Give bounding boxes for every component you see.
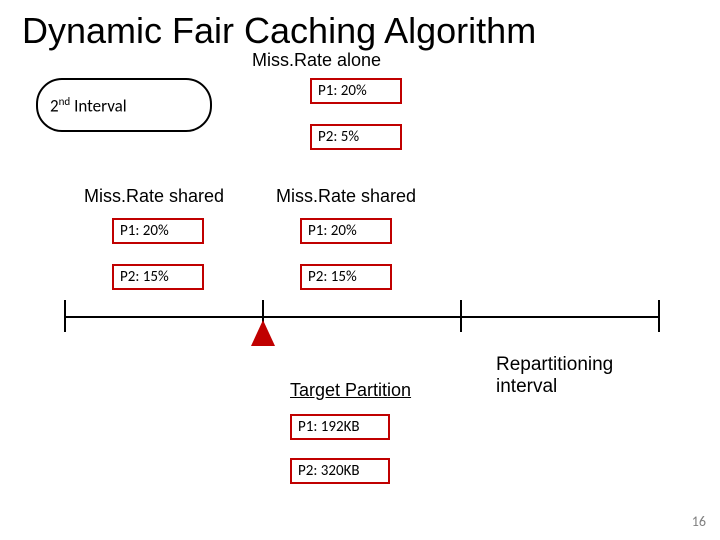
shared-right-p2-box: P2: 15% xyxy=(300,264,392,290)
shared-left-p1-box: P1: 20% xyxy=(112,218,204,244)
repartitioning-label: Repartitioning interval xyxy=(496,354,613,398)
shared-right-p1-box: P1: 20% xyxy=(300,218,392,244)
slide-title: Dynamic Fair Caching Algorithm xyxy=(22,10,536,52)
timeline-tick-1 xyxy=(64,300,66,332)
interval-text: 2nd Interval xyxy=(50,94,127,117)
shared-right-label: Miss.Rate shared xyxy=(276,186,416,207)
target-p2-box: P2: 320KB xyxy=(290,458,390,484)
page-number: 16 xyxy=(692,513,706,530)
target-p1-box: P1: 192KB xyxy=(290,414,390,440)
target-partition-label: Target Partition xyxy=(290,380,411,401)
alone-p2-box: P2: 5% xyxy=(310,124,402,150)
shared-left-label: Miss.Rate shared xyxy=(84,186,224,207)
shared-left-p2-box: P2: 15% xyxy=(112,264,204,290)
timeline-tick-3 xyxy=(460,300,462,332)
alone-p1-box: P1: 20% xyxy=(310,78,402,104)
timeline-line xyxy=(64,316,660,318)
miss-rate-alone-label: Miss.Rate alone xyxy=(252,50,381,71)
timeline-tick-4 xyxy=(658,300,660,332)
current-pointer-icon xyxy=(251,320,275,346)
interval-bubble: 2nd Interval xyxy=(36,78,212,132)
